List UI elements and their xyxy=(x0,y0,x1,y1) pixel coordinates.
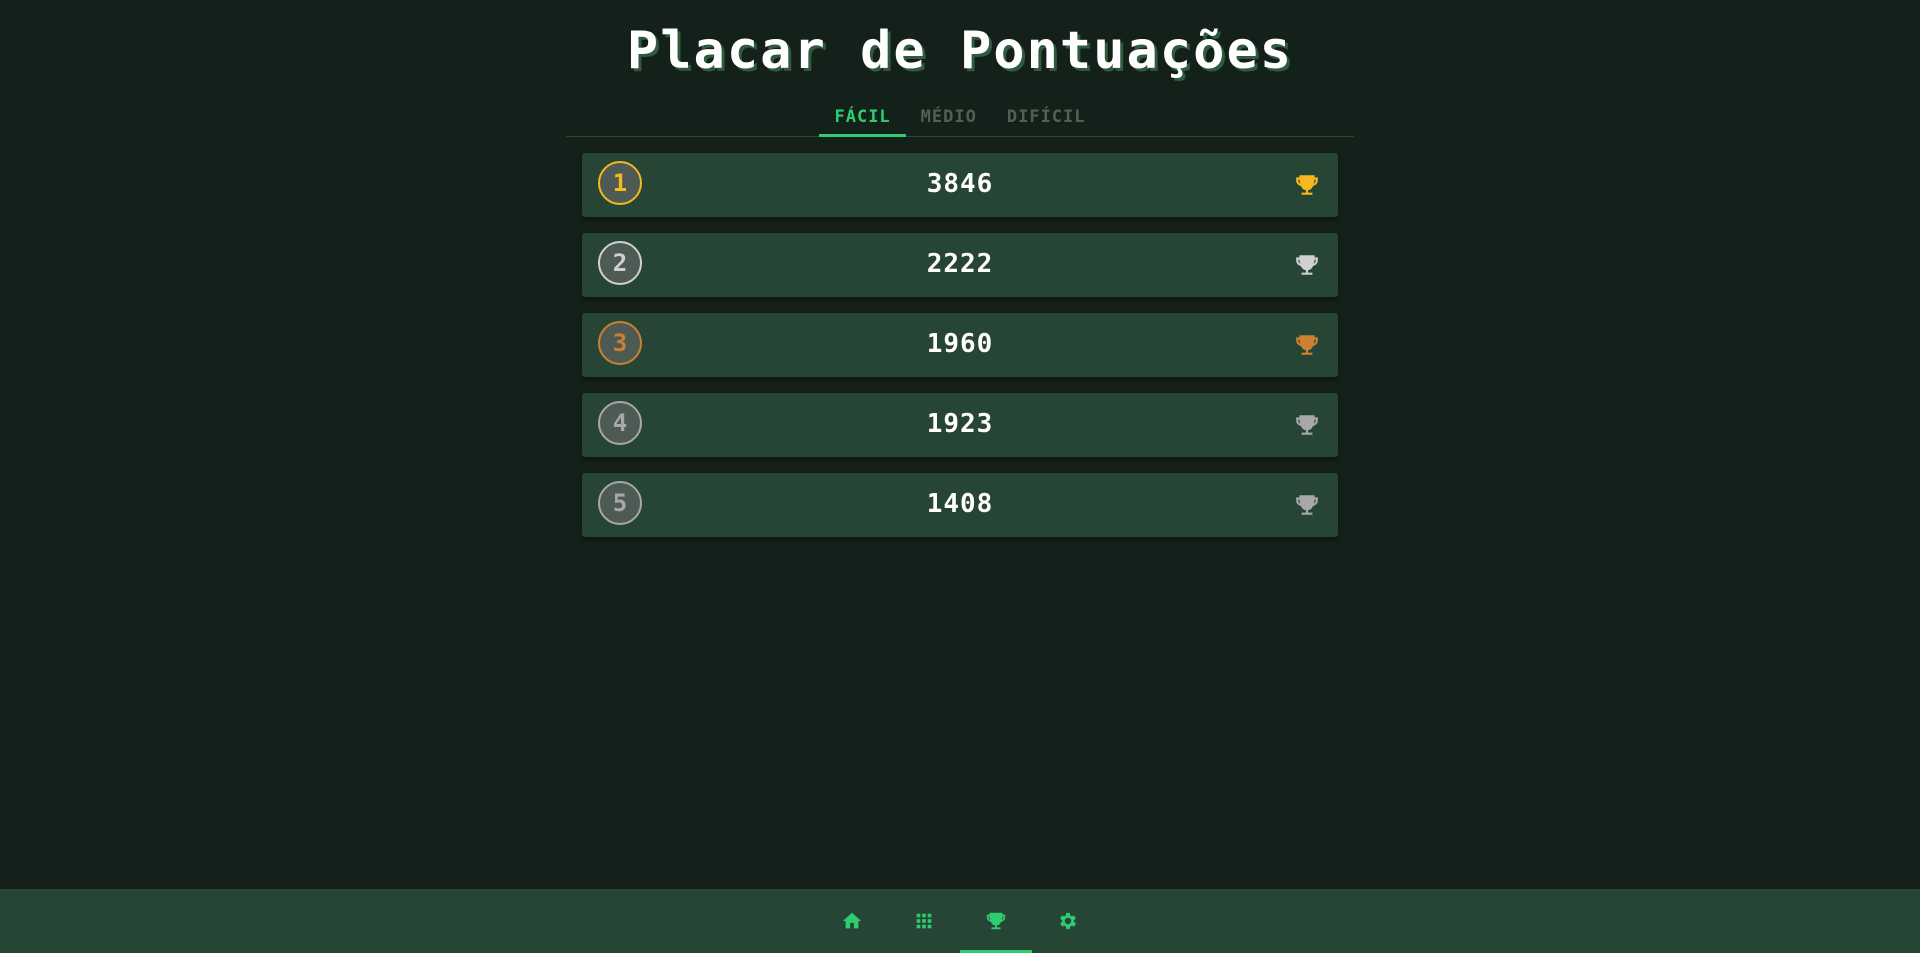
grid-icon xyxy=(916,913,932,929)
score-value: 3846 xyxy=(926,169,994,199)
leaderboard-page: Placar de Pontuações FÁCIL MÉDIO DIFÍCIL… xyxy=(0,0,1920,953)
trophy-icon xyxy=(1296,335,1318,355)
trophy-icon xyxy=(1296,415,1318,435)
score-value: 1408 xyxy=(926,489,994,519)
trophy-icon xyxy=(1296,175,1318,195)
nav-home[interactable] xyxy=(816,889,888,953)
score-row: 4 1923 xyxy=(582,393,1338,457)
score-row: 1 3846 xyxy=(582,153,1338,217)
nav-leaderboard[interactable] xyxy=(960,889,1032,953)
page-title: Placar de Pontuações xyxy=(626,21,1294,81)
difficulty-tabs: FÁCIL MÉDIO DIFÍCIL xyxy=(566,100,1354,137)
home-icon xyxy=(842,912,862,929)
score-row: 5 1408 xyxy=(582,473,1338,537)
score-value: 2222 xyxy=(926,249,994,279)
score-value: 1960 xyxy=(926,329,994,359)
nav-grid[interactable] xyxy=(888,889,960,953)
score-row: 3 1960 xyxy=(582,313,1338,377)
nav-settings[interactable] xyxy=(1032,889,1104,953)
trophy-icon xyxy=(986,912,1006,930)
trophy-icon xyxy=(1296,255,1318,275)
tab-hard[interactable]: DIFÍCIL xyxy=(992,107,1101,136)
gear-icon xyxy=(1060,912,1076,930)
score-value: 1923 xyxy=(926,409,994,439)
tab-easy[interactable]: FÁCIL xyxy=(819,107,906,137)
tab-medium[interactable]: MÉDIO xyxy=(906,107,992,136)
bottom-nav xyxy=(0,889,1920,953)
score-list: 1 3846 2 2222 3 1960 4 1923 5 1408 xyxy=(582,153,1338,553)
trophy-icon xyxy=(1296,495,1318,515)
score-row: 2 2222 xyxy=(582,233,1338,297)
